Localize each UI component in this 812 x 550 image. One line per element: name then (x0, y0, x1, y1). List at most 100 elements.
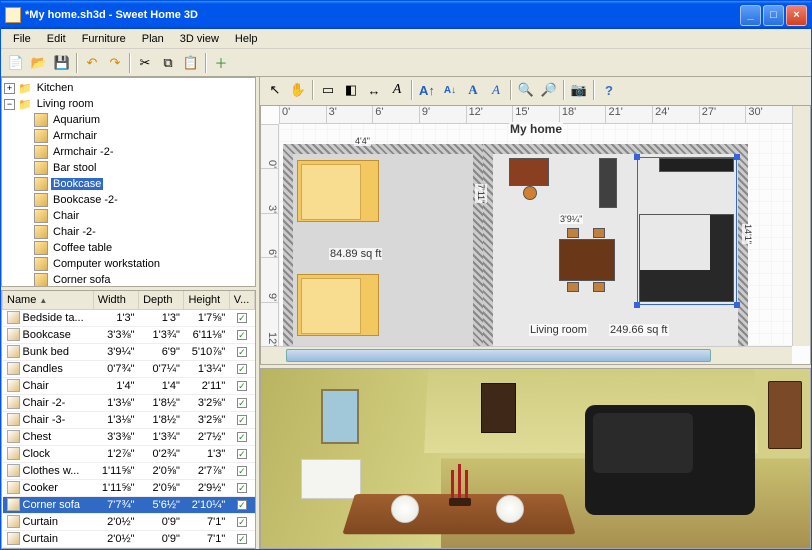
furniture-list[interactable]: Name▲ Width Depth Height V... Bedside ta… (1, 290, 256, 549)
chair-n2[interactable] (593, 228, 605, 238)
tree-item[interactable]: Bookcase (4, 176, 253, 192)
cell-visible[interactable]: ✓ (229, 378, 254, 395)
create-text-tool[interactable]: A (386, 79, 408, 101)
checkbox-icon[interactable]: ✓ (237, 449, 247, 459)
desk-chair[interactable] (523, 186, 537, 200)
checkbox-icon[interactable]: ✓ (237, 330, 247, 340)
cell-visible[interactable]: ✓ (229, 531, 254, 548)
checkbox-icon[interactable]: ✓ (237, 466, 247, 476)
tree-item[interactable]: Chair -2- (4, 224, 253, 240)
scrollbar-thumb[interactable] (286, 349, 711, 362)
plan-scrollbar-v[interactable] (792, 106, 810, 346)
cell-visible[interactable]: ✓ (229, 395, 254, 412)
col-name[interactable]: Name▲ (3, 291, 94, 309)
table-row[interactable]: Cooker1'11⅝"2'0⅝"2'9½"✓ (3, 480, 255, 497)
checkbox-icon[interactable]: ✓ (237, 364, 247, 374)
zoom-out-button[interactable]: 🔎 (538, 79, 560, 101)
table-row[interactable]: Bedside ta...1'3"1'3"1'7⅝"✓ (3, 309, 255, 327)
col-visible[interactable]: V... (229, 291, 254, 309)
bed-1[interactable] (297, 160, 379, 222)
create-walls-tool[interactable]: ▭ (317, 79, 339, 101)
selection-handle[interactable] (634, 154, 640, 160)
menu-furniture[interactable]: Furniture (74, 31, 134, 47)
checkbox-icon[interactable]: ✓ (237, 517, 247, 527)
bed-2[interactable] (297, 274, 379, 336)
checkbox-icon[interactable]: ✓ (237, 483, 247, 493)
tree-item[interactable]: Coffee table (4, 240, 253, 256)
plan-scrollbar-h[interactable] (261, 346, 792, 364)
3d-view[interactable] (260, 368, 811, 549)
cell-visible[interactable]: ✓ (229, 344, 254, 361)
save-button[interactable]: 💾 (51, 52, 73, 74)
tree-item[interactable]: Bookcase -2- (4, 192, 253, 208)
text-bigger-button[interactable]: A↑ (416, 79, 438, 101)
menu-edit[interactable]: Edit (39, 31, 74, 47)
tree-item[interactable]: Armchair (4, 128, 253, 144)
tree-toggle-icon[interactable]: + (4, 83, 15, 94)
plan-canvas[interactable]: My home (279, 124, 792, 346)
tree-item[interactable]: Corner sofa (4, 272, 253, 287)
tree-item[interactable]: Chair (4, 208, 253, 224)
copy-button[interactable]: ⧉ (157, 52, 179, 74)
table-row[interactable]: Clock1'2⅞"0'2¾"1'3"✓ (3, 446, 255, 463)
minimize-button[interactable]: _ (740, 5, 761, 26)
table-row[interactable]: Curtain2'0½"0'9"7'1"✓ (3, 531, 255, 548)
checkbox-icon[interactable]: ✓ (237, 313, 247, 323)
table-row[interactable]: Chair -2-1'3⅛"1'8½"3'2⅝"✓ (3, 395, 255, 412)
table-row[interactable]: Bookcase3'3⅜"1'3¾"6'11⅛"✓ (3, 327, 255, 344)
menu-3dview[interactable]: 3D view (172, 31, 227, 47)
cell-visible[interactable]: ✓ (229, 429, 254, 446)
checkbox-icon[interactable]: ✓ (237, 398, 247, 408)
cell-visible[interactable]: ✓ (229, 463, 254, 480)
cell-visible[interactable]: ✓ (229, 327, 254, 344)
col-width[interactable]: Width (93, 291, 138, 309)
plan-view[interactable]: 0'3'6'9'12'15'18'21'24'27'30' 0'3'6'9'12… (260, 105, 811, 365)
table-row[interactable]: Curtain2'0½"0'9"7'1"✓ (3, 514, 255, 531)
create-rooms-tool[interactable]: ◧ (340, 79, 362, 101)
cell-visible[interactable]: ✓ (229, 480, 254, 497)
tree-item[interactable]: Computer workstation (4, 256, 253, 272)
menu-help[interactable]: Help (227, 31, 266, 47)
tree-toggle-icon[interactable]: − (4, 99, 15, 110)
table-row[interactable]: Chest3'3⅜"1'3¾"2'7½"✓ (3, 429, 255, 446)
text-smaller-button[interactable]: A↓ (439, 79, 461, 101)
table-row[interactable]: Clothes w...1'11⅝"2'0⅝"2'7⅞"✓ (3, 463, 255, 480)
open-button[interactable]: 📂 (28, 52, 50, 74)
table-row[interactable]: Chair -3-1'3⅛"1'8½"3'2⅝"✓ (3, 412, 255, 429)
redo-button[interactable]: ↷ (104, 52, 126, 74)
create-dimensions-tool[interactable]: ↔ (363, 79, 385, 101)
checkbox-icon[interactable]: ✓ (237, 415, 247, 425)
furniture-catalog-tree[interactable]: +📁Kitchen−📁Living roomAquariumArmchairAr… (1, 77, 256, 287)
undo-button[interactable]: ↶ (81, 52, 103, 74)
checkbox-icon[interactable]: ✓ (237, 500, 247, 510)
cell-visible[interactable]: ✓ (229, 446, 254, 463)
maximize-button[interactable]: □ (763, 5, 784, 26)
pan-tool[interactable]: ✋ (287, 79, 309, 101)
checkbox-icon[interactable]: ✓ (237, 381, 247, 391)
chair-s2[interactable] (593, 282, 605, 292)
col-depth[interactable]: Depth (139, 291, 184, 309)
table-row[interactable]: Candles0'7¾"0'7¼"1'3¼"✓ (3, 361, 255, 378)
tree-category[interactable]: −📁Living room (4, 96, 253, 112)
bookcase-plan[interactable] (599, 158, 617, 208)
checkbox-icon[interactable]: ✓ (237, 347, 247, 357)
checkbox-icon[interactable]: ✓ (237, 534, 247, 544)
menu-plan[interactable]: Plan (134, 31, 172, 47)
cell-visible[interactable]: ✓ (229, 412, 254, 429)
help-button[interactable]: ? (598, 79, 620, 101)
paste-button[interactable]: 📋 (180, 52, 202, 74)
cut-button[interactable]: ✂ (134, 52, 156, 74)
new-button[interactable]: 📄 (5, 52, 27, 74)
table-row[interactable]: Bunk bed3'9¼"6'9"5'10⅞"✓ (3, 344, 255, 361)
tree-item[interactable]: Armchair -2- (4, 144, 253, 160)
tree-item[interactable]: Bar stool (4, 160, 253, 176)
dining-table[interactable] (559, 239, 615, 281)
cell-visible[interactable]: ✓ (229, 497, 254, 514)
chair-n1[interactable] (567, 228, 579, 238)
selection-handle[interactable] (734, 154, 740, 160)
close-button[interactable]: × (786, 5, 807, 26)
table-row[interactable]: Chair1'4"1'4"2'11"✓ (3, 378, 255, 395)
selection-handle[interactable] (634, 302, 640, 308)
chair-s1[interactable] (567, 282, 579, 292)
selection-handle[interactable] (734, 302, 740, 308)
